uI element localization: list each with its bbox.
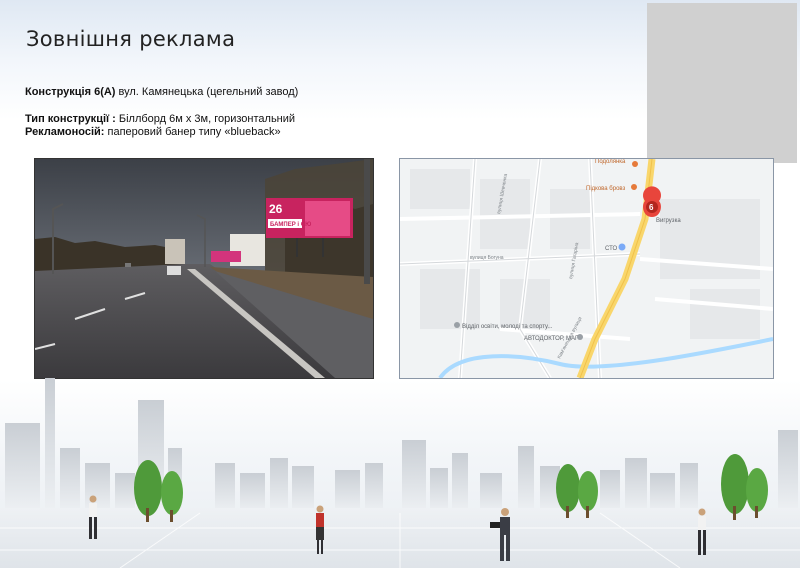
svg-text:вулиця Богуна: вулиця Богуна [470,255,504,261]
billboard-photo: 26 БАМПЕР і СЮ [34,158,374,379]
carrier-line: Рекламоносій: паперовий банер типу «blue… [25,126,281,138]
type-value: Біллборд 6м х 3м, горизонтальний [115,113,296,125]
map-marker[interactable]: 6 [643,186,661,217]
skyline-decoration [0,378,800,568]
page-title: Зовнішня реклама [26,27,236,51]
svg-text:Підкова бровз: Підкова бровз [586,186,626,192]
svg-text:Подолянка: Подолянка [595,159,626,165]
type-label: Тип конструкції : [25,113,116,125]
type-line: Тип конструкції : Біллборд 6м х 3м, гори… [25,113,295,125]
billboard-number: 26 [269,202,283,216]
billboard-brand: БАМПЕР і СЮ [270,222,311,228]
construction-line: Конструкція 6(А) вул. Камянецька (цегель… [25,86,298,98]
svg-text:Відділ освіти, молоді та спорт: Відділ освіти, молоді та спорту... [462,324,553,330]
construction-address: вул. Камянецька (цегельний завод) [115,86,299,98]
location-map: Подолянка Підкова бровз Вигрузка СТО Від… [399,158,774,379]
map-marker-number: 6 [649,203,654,212]
placeholder-box [647,3,797,163]
svg-text:СТО: СТО [605,246,618,252]
construction-label: Конструкція 6(А) [25,86,116,98]
svg-text:Вигрузка: Вигрузка [656,218,681,224]
carrier-value: паперовий банер типу «blueback» [104,126,281,138]
slide: Зовнішня реклама Конструкція 6(А) вул. К… [0,0,800,568]
carrier-label: Рекламоносій: [25,126,105,138]
